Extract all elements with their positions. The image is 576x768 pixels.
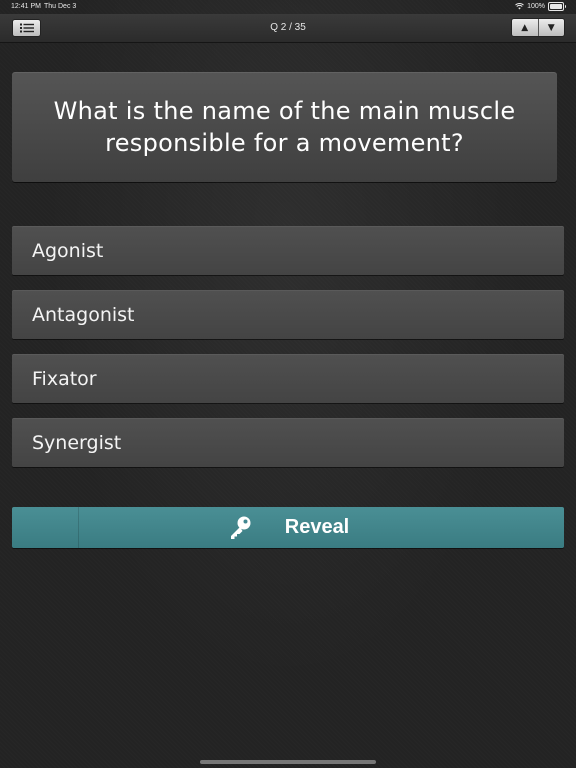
reveal-button[interactable]: Reveal <box>12 507 564 548</box>
nav-bar: Q 2 / 35 ▲ ▼ <box>0 14 576 43</box>
answer-label: Fixator <box>32 367 97 390</box>
status-indicators: 100% <box>515 2 566 11</box>
next-question-button[interactable]: ▼ <box>537 19 565 36</box>
answer-option-1[interactable]: Agonist <box>12 226 564 275</box>
reveal-label: Reveal <box>284 516 350 538</box>
down-arrow-icon: ▼ <box>547 22 555 33</box>
answer-option-4[interactable]: Synergist <box>12 418 564 467</box>
wifi-icon <box>515 3 524 10</box>
reveal-divider <box>78 507 79 548</box>
battery-nub <box>565 5 566 8</box>
answer-label: Antagonist <box>32 303 135 326</box>
status-date: Thu Dec 3 <box>44 3 77 10</box>
status-time: 12:41 PM <box>11 3 41 10</box>
up-arrow-icon: ▲ <box>521 22 529 33</box>
answer-label: Agonist <box>32 239 104 262</box>
key-icon <box>230 516 251 539</box>
question-card: What is the name of the main muscle resp… <box>12 72 557 182</box>
question-text: What is the name of the main muscle resp… <box>53 97 516 157</box>
answer-option-3[interactable]: Fixator <box>12 354 564 403</box>
battery-percent: 100% <box>527 3 545 10</box>
battery-icon <box>548 2 564 11</box>
answer-option-2[interactable]: Antagonist <box>12 290 564 339</box>
question-counter: Q 2 / 35 <box>270 22 306 33</box>
answer-label: Synergist <box>32 431 122 454</box>
question-navigator: ▲ ▼ <box>511 18 565 37</box>
home-indicator[interactable] <box>200 760 376 764</box>
previous-question-button[interactable]: ▲ <box>512 19 538 36</box>
status-bar: 12:41 PM Thu Dec 3 100% <box>0 0 576 14</box>
